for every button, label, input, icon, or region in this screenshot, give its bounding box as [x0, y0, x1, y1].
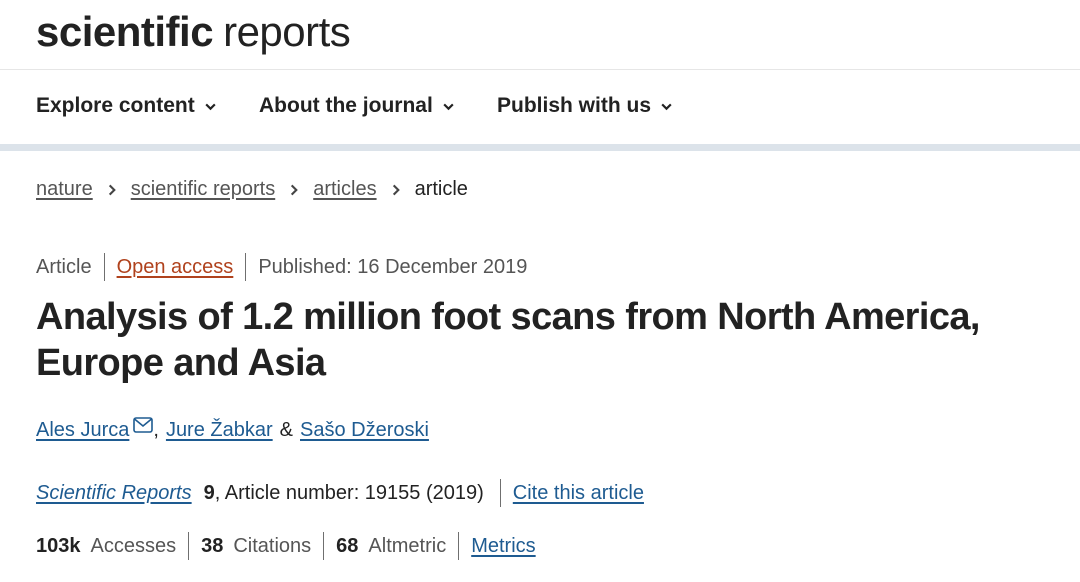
author-list: Ales Jurca , Jure Žabkar & Sašo Džeroski: [36, 416, 429, 442]
nav-publish-with-us[interactable]: Publish with us: [497, 94, 673, 118]
breadcrumb-scientific-reports[interactable]: scientific reports: [131, 178, 276, 201]
article-metrics: 103k Accesses 38 Citations 68 Altmetric …: [36, 532, 536, 560]
article-meta: Article Open access Published: 16 Decemb…: [36, 253, 527, 281]
chevron-right-icon: [392, 184, 400, 195]
nav-item-label: Publish with us: [497, 94, 652, 117]
article-type: Article: [36, 255, 92, 278]
breadcrumb: nature scientific reports articles artic…: [36, 178, 468, 201]
metrics-link[interactable]: Metrics: [471, 535, 535, 558]
logo-light-text: reports: [223, 8, 351, 55]
author-link-jure-zabkar[interactable]: Jure Žabkar: [166, 419, 273, 442]
author-separator: &: [279, 419, 293, 441]
nav-item-label: About the journal: [259, 94, 433, 117]
breadcrumb-articles[interactable]: articles: [313, 178, 376, 201]
altmetric-count: 68: [336, 534, 359, 557]
metrics-divider: [323, 532, 325, 560]
accesses-label: Accesses: [90, 534, 177, 557]
nav-explore-content[interactable]: Explore content: [36, 94, 217, 118]
author-link-ales-jurca[interactable]: Ales Jurca: [36, 419, 129, 442]
open-access-link[interactable]: Open access: [117, 256, 234, 279]
author-link-saso-dzeroski[interactable]: Sašo Džeroski: [300, 419, 429, 442]
meta-divider: [245, 253, 247, 281]
cite-this-article-link[interactable]: Cite this article: [513, 482, 644, 505]
journal-citation: Scientific Reports 9 , Article number: 1…: [36, 479, 644, 507]
citations-count: 38: [201, 534, 224, 557]
nav-divider: [0, 144, 1080, 151]
meta-divider: [499, 479, 501, 507]
chevron-down-icon: [205, 103, 216, 110]
chevron-down-icon: [661, 103, 672, 110]
email-icon[interactable]: [133, 416, 154, 433]
breadcrumb-current: article: [414, 178, 468, 200]
chevron-right-icon: [108, 184, 116, 195]
nav-about-the-journal[interactable]: About the journal: [259, 94, 455, 118]
citations-label: Citations: [233, 534, 312, 557]
main-nav: Explore content About the journal Publis…: [0, 70, 1080, 144]
altmetric-label: Altmetric: [368, 534, 447, 557]
chevron-right-icon: [291, 184, 299, 195]
breadcrumb-nature[interactable]: nature: [36, 178, 93, 201]
meta-divider: [103, 253, 105, 281]
metrics-divider: [188, 532, 190, 560]
published-date: Published: 16 December 2019: [258, 255, 528, 278]
logo-bold-text: scientific: [36, 8, 214, 55]
site-header: scientific reports: [0, 0, 1080, 70]
journal-volume: 9: [203, 481, 215, 504]
journal-name-link[interactable]: Scientific Reports: [36, 482, 192, 505]
accesses-count: 103k: [36, 534, 81, 557]
author-separator: ,: [153, 419, 159, 441]
metrics-divider: [458, 532, 460, 560]
site-logo[interactable]: scientific reports: [36, 8, 351, 56]
article-title: Analysis of 1.2 million foot scans from …: [36, 296, 980, 384]
article-number: , Article number: 19155 (2019): [214, 481, 484, 504]
chevron-down-icon: [443, 103, 454, 110]
nav-item-label: Explore content: [36, 94, 195, 117]
